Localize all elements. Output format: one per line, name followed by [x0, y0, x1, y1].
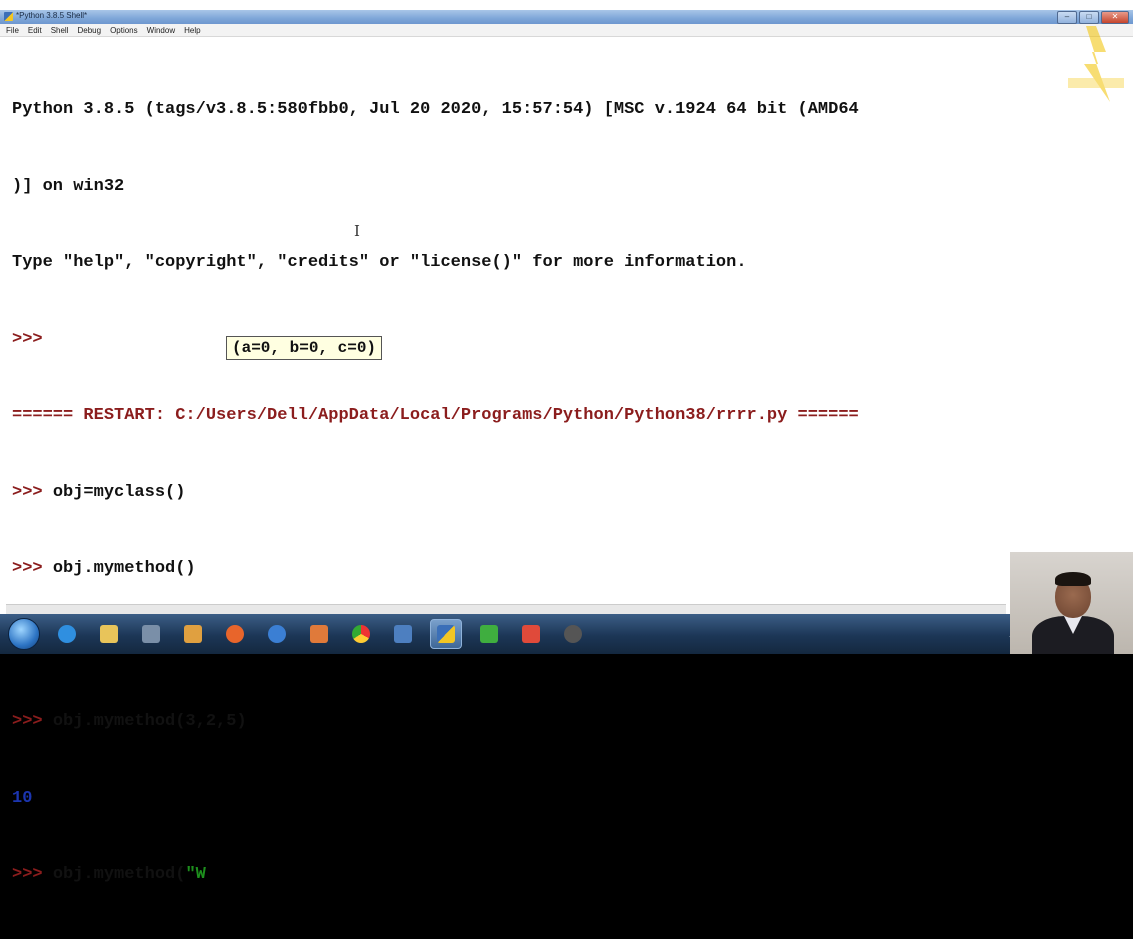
- banner-line: Python 3.8.5 (tags/v3.8.5:580fbb0, Jul 2…: [12, 100, 859, 119]
- banner-line: )] on win32: [12, 176, 125, 196]
- user-app-icon[interactable]: [178, 620, 208, 648]
- logo-watermark-icon: [1068, 26, 1124, 102]
- menu-window[interactable]: Window: [147, 24, 175, 36]
- idle-shell-window: *Python 3.8.5 Shell* – □ ✕ File Edit She…: [0, 0, 1133, 884]
- text-cursor: [205, 863, 208, 881]
- prompt: >>>: [12, 329, 43, 349]
- prompt: >>>: [12, 482, 53, 502]
- prompt: >>>: [12, 559, 53, 578]
- chrome-icon[interactable]: [346, 620, 376, 648]
- file-explorer-icon[interactable]: [94, 620, 124, 648]
- app-blue-icon[interactable]: [262, 620, 292, 648]
- command-line: obj.mymethod(): [52, 559, 196, 578]
- camera-app-icon[interactable]: [558, 620, 588, 648]
- python-app-icon: [4, 12, 13, 21]
- app-red-icon[interactable]: [516, 620, 546, 648]
- banner-line: Type "help", "copyright", "credits" or "…: [12, 253, 747, 272]
- command-line: obj=myclass(): [52, 482, 186, 502]
- internet-explorer-icon[interactable]: [52, 620, 82, 648]
- prompt: >>>: [12, 865, 53, 884]
- menu-file[interactable]: File: [6, 24, 19, 36]
- string-literal: "W: [185, 865, 206, 884]
- command-line: obj.mymethod(3,2,5): [52, 712, 247, 731]
- ibeam-cursor-icon: I: [354, 222, 360, 240]
- menu-shell[interactable]: Shell: [51, 24, 69, 36]
- webcam-overlay: [1010, 552, 1133, 654]
- menu-help[interactable]: Help: [184, 24, 200, 36]
- start-orb-icon[interactable]: [8, 618, 40, 650]
- current-input[interactable]: obj.mymethod(: [53, 865, 186, 884]
- presenter-hair: [1055, 572, 1091, 586]
- app-orange-icon[interactable]: [304, 620, 334, 648]
- calltip-tooltip: (a=0, b=0, c=0): [226, 336, 383, 360]
- document-app-icon[interactable]: [388, 620, 418, 648]
- menu-options[interactable]: Options: [110, 24, 138, 36]
- menu-edit[interactable]: Edit: [28, 24, 42, 36]
- menu-debug[interactable]: Debug: [77, 24, 101, 36]
- window-title: *Python 3.8.5 Shell*: [16, 11, 88, 20]
- title-bar[interactable]: *Python 3.8.5 Shell* – □ ✕: [0, 10, 1133, 24]
- menu-bar: File Edit Shell Debug Options Window Hel…: [0, 24, 1133, 37]
- media-player-icon[interactable]: [136, 620, 166, 648]
- app-green-icon[interactable]: [474, 620, 504, 648]
- firefox-icon[interactable]: [220, 620, 250, 648]
- restart-line: ====== RESTART: C:/Users/Dell/AppData/Lo…: [12, 406, 859, 425]
- output-line: 10: [12, 788, 33, 808]
- python-idle-icon[interactable]: [430, 619, 462, 649]
- prompt: >>>: [12, 712, 53, 731]
- taskbar: [0, 614, 1133, 654]
- shell-text-area[interactable]: Python 3.8.5 (tags/v3.8.5:580fbb0, Jul 2…: [12, 46, 1133, 939]
